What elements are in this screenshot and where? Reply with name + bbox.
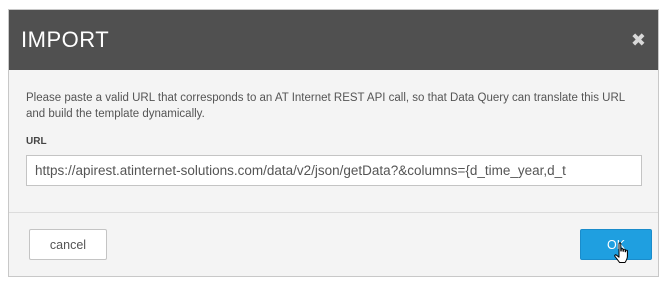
- dialog-footer: cancel OK: [9, 213, 658, 276]
- url-input[interactable]: [26, 155, 642, 186]
- url-label: URL: [26, 136, 47, 147]
- dialog-body: Please paste a valid URL that correspond…: [9, 70, 658, 213]
- dialog-header: IMPORT ✖: [9, 10, 658, 70]
- ok-button-label: OK: [606, 237, 626, 252]
- ok-button[interactable]: OK: [580, 229, 652, 263]
- import-dialog: IMPORT ✖ Please paste a valid URL that c…: [8, 9, 659, 277]
- cancel-button[interactable]: cancel: [29, 229, 107, 260]
- dialog-description: Please paste a valid URL that correspond…: [26, 92, 625, 120]
- dialog-title: IMPORT: [21, 27, 110, 52]
- close-icon[interactable]: ✖: [631, 31, 646, 49]
